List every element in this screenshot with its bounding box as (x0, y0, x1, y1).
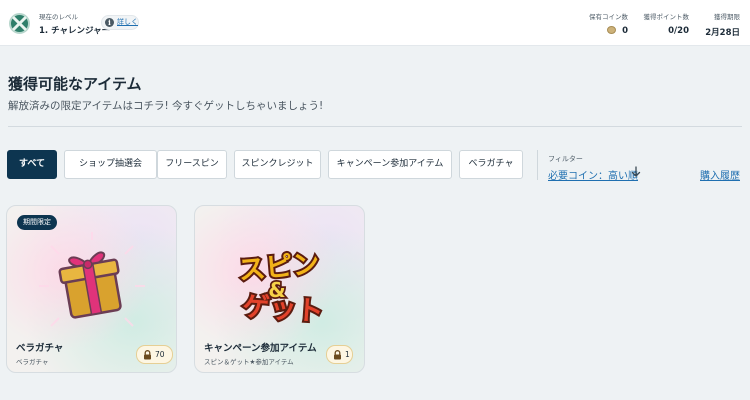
level-detail-button[interactable]: i 詳しく (101, 15, 139, 30)
limited-time-badge: 期間限定 (17, 215, 57, 230)
section-subtitle: 解放済みの限定アイテムはコチラ! 今すぐゲットしちゃいましょう! (8, 100, 324, 112)
points-earned-label: 獲得ポイント数 (643, 13, 690, 21)
level-caption: 現在のレベル (39, 13, 78, 21)
lock-icon (144, 350, 151, 360)
coin-price-badge: 1 (326, 345, 353, 364)
earning-deadline-label: 獲得期限 (714, 13, 740, 21)
lock-icon (334, 350, 341, 360)
tab-spin-credit[interactable]: スピンクレジット (234, 150, 321, 179)
coin-balance: 保有コイン数 0 (589, 11, 628, 36)
level-badge-icon (9, 13, 30, 34)
tab-shop-lottery[interactable]: ショップ抽選会 (64, 150, 157, 179)
card-title: ベラガチャ (16, 343, 64, 354)
top-bar: 現在のレベル 1. チャレンジャー i 詳しく 保有コイン数 0 獲得ポイント数… (0, 0, 750, 46)
level-detail-link[interactable]: 詳しく (117, 17, 138, 27)
purchase-history-link[interactable]: 購入履歴 (700, 167, 740, 182)
item-card-campaign[interactable]: スピン & ゲット キャンペーン参加アイテム スピン＆ゲット★参加アイテム 1 (194, 205, 365, 373)
points-earned-value: 0/20 (668, 26, 689, 36)
section-divider (8, 126, 742, 127)
filter-label: フィルター (548, 155, 583, 163)
tab-campaign-items[interactable]: キャンペーン参加アイテム (328, 150, 452, 179)
card-subtitle: スピン＆ゲット★参加アイテム (204, 358, 294, 366)
coin-price: 70 (155, 350, 165, 359)
coin-balance-label: 保有コイン数 (589, 13, 628, 21)
card-subtitle: ベラガチャ (16, 358, 49, 366)
coin-balance-value: 0 (622, 26, 628, 36)
item-card-bera-gacha[interactable]: 期間限定 ベラガチャ ベラガチャ 70 (6, 205, 177, 373)
sort-filter-select[interactable]: 必要コイン：高い順 (548, 167, 638, 182)
info-icon: i (105, 18, 114, 27)
earning-deadline: 獲得期限 2月28日 (705, 11, 740, 38)
coin-price-badge: 70 (136, 345, 173, 364)
level-name: 1. チャレンジャー (39, 26, 111, 36)
arrow-down-icon[interactable] (631, 166, 641, 178)
coin-icon (607, 26, 617, 34)
card-title: キャンペーン参加アイテム (204, 343, 317, 354)
tab-all[interactable]: すべて (7, 150, 57, 179)
earning-deadline-value: 2月28日 (705, 28, 740, 38)
filter-divider (537, 150, 538, 180)
points-earned: 獲得ポイント数 0/20 (644, 11, 690, 36)
tab-bera-gacha[interactable]: ベラガチャ (459, 150, 523, 179)
coin-price: 1 (345, 350, 350, 359)
section-title: 獲得可能なアイテム (8, 75, 142, 93)
tab-free-spin[interactable]: フリースピン (157, 150, 227, 179)
svg-text:ゲット: ゲット (242, 291, 325, 328)
